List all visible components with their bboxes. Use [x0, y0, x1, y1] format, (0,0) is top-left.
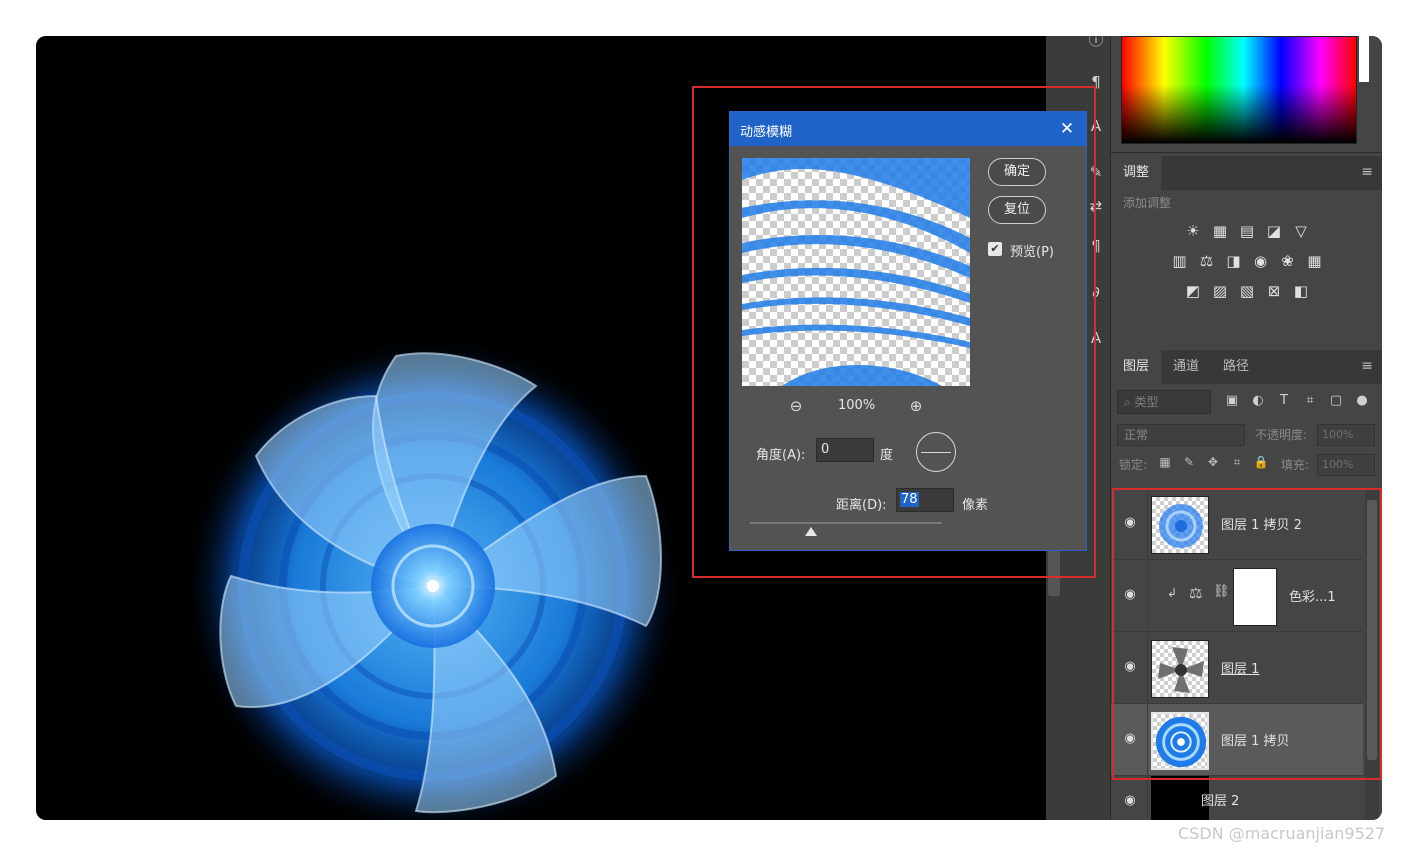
- tab-layers[interactable]: 图层: [1111, 350, 1162, 384]
- hue-saturation-icon[interactable]: ▥: [1171, 252, 1189, 270]
- lock-artboard-icon[interactable]: ⌗: [1229, 454, 1245, 470]
- eye-icon[interactable]: ◉: [1121, 792, 1139, 810]
- fill-label: 填充:: [1281, 458, 1310, 472]
- image-filter-icon[interactable]: ▣: [1223, 392, 1241, 410]
- posterize-icon[interactable]: ▨: [1211, 282, 1229, 300]
- curves-icon[interactable]: ▤: [1238, 222, 1256, 240]
- shape-filter-icon[interactable]: ⌗: [1301, 392, 1319, 410]
- photo-filter-icon[interactable]: ◉: [1252, 252, 1270, 270]
- tab-adjustments[interactable]: 调整: [1111, 156, 1162, 190]
- filter-toggle-icon[interactable]: ●: [1353, 392, 1371, 410]
- lock-transparent-icon[interactable]: ▦: [1157, 454, 1173, 470]
- adjustment-icons-row-1: ☀ ▦ ▤ ◪ ▽: [1111, 222, 1382, 240]
- layer-filter-label: 类型: [1134, 395, 1159, 409]
- opacity-input[interactable]: 100%: [1317, 424, 1375, 446]
- threshold-icon[interactable]: ▧: [1238, 282, 1256, 300]
- invert-icon[interactable]: ◩: [1184, 282, 1202, 300]
- vibrance-icon[interactable]: ▽: [1292, 222, 1310, 240]
- selective-color-icon[interactable]: ⊠: [1265, 282, 1283, 300]
- info-icon[interactable]: ⓘ: [1086, 36, 1106, 50]
- panel-menu-icon[interactable]: ≡: [1361, 358, 1373, 374]
- smart-object-filter-icon[interactable]: ▢: [1327, 392, 1345, 410]
- adjustment-filter-icon[interactable]: ◐: [1249, 392, 1267, 410]
- color-balance-icon[interactable]: ⚖: [1198, 252, 1216, 270]
- dialog-highlight-box: [692, 86, 1096, 578]
- color-spectrum[interactable]: [1121, 36, 1357, 144]
- watermark: CSDN @macruanjian9527: [1178, 824, 1386, 843]
- layers-toolbar: ⌕ 类型 ▣ ◐ T ⌗ ▢ ● 正常 不透明度: 100% 锁定: ▦ ✎ ✥…: [1111, 380, 1382, 476]
- layer-row[interactable]: ◉ 图层 2: [1111, 776, 1363, 820]
- lock-label: 锁定:: [1119, 458, 1148, 472]
- fill-input[interactable]: 100%: [1317, 454, 1375, 476]
- adjustments-subtitle: 添加调整: [1123, 196, 1172, 210]
- panel-menu-icon[interactable]: ≡: [1361, 164, 1373, 180]
- blend-mode-select[interactable]: 正常: [1117, 424, 1245, 446]
- gradient-map-icon[interactable]: ◧: [1292, 282, 1310, 300]
- color-slider[interactable]: [1359, 36, 1369, 82]
- channel-mixer-icon[interactable]: ❀: [1279, 252, 1297, 270]
- tab-channels[interactable]: 通道: [1161, 350, 1211, 384]
- color-lookup-icon[interactable]: ▦: [1306, 252, 1324, 270]
- layers-highlight-box: [1112, 488, 1382, 780]
- lock-position-icon[interactable]: ✥: [1205, 454, 1221, 470]
- black-white-icon[interactable]: ◨: [1225, 252, 1243, 270]
- levels-icon[interactable]: ▦: [1211, 222, 1229, 240]
- adjustment-icons-row-3: ◩ ▨ ▧ ⊠ ◧: [1111, 282, 1382, 300]
- type-filter-icon[interactable]: T: [1275, 392, 1293, 410]
- adjustment-icons-row-2: ▥ ⚖ ◨ ◉ ❀ ▦: [1111, 252, 1382, 270]
- opacity-label: 不透明度:: [1255, 428, 1308, 442]
- layer-filter-select[interactable]: ⌕ 类型: [1117, 390, 1211, 414]
- brightness-icon[interactable]: ☀: [1184, 222, 1202, 240]
- lock-pixels-icon[interactable]: ✎: [1181, 454, 1197, 470]
- tab-paths[interactable]: 路径: [1211, 350, 1261, 384]
- adjustments-tabs: 调整 ≡: [1111, 156, 1382, 190]
- exposure-icon[interactable]: ◪: [1265, 222, 1283, 240]
- layer-name: 图层 2: [1201, 794, 1240, 809]
- photoshop-window: ⓘ ¶ A ✎ ⇄ ¶ ∂ A 调整 ≡ 添加调整 ☀ ▦ ▤ ◪ ▽ ▥ ⚖ …: [36, 36, 1382, 820]
- layers-tabs: 图层 通道 路径 ≡: [1111, 350, 1382, 384]
- fan-artwork: [183, 336, 683, 820]
- lock-all-icon[interactable]: 🔒: [1253, 454, 1269, 470]
